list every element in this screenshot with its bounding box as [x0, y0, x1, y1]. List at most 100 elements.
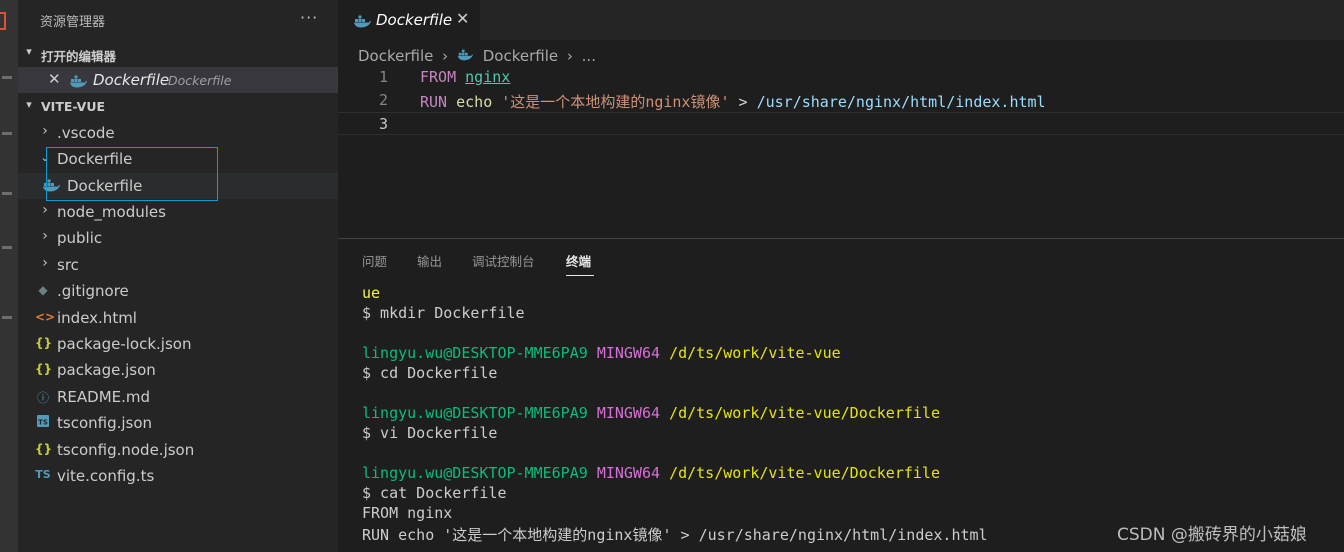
prompt-user: lingyu.wu@DESKTOP-MME6PA9 [362, 464, 588, 482]
chevron-right-icon: › [42, 123, 48, 139]
tab-label: Dockerfile [376, 11, 453, 29]
search-activity-icon[interactable] [2, 76, 12, 79]
tree-item-label: .vscode [57, 124, 115, 142]
tree-file-vite-config[interactable]: TS vite.config.ts [18, 463, 338, 489]
svg-text:TS: TS [38, 419, 48, 427]
code-editor[interactable]: 1 FROM nginx 2 RUN echo '这是一个本地构建的nginx镜… [338, 66, 1344, 135]
explorer-activity-icon[interactable] [0, 12, 6, 30]
breadcrumb-separator: › [566, 46, 573, 65]
code-text: RUN echo '这是一个本地构建的nginx镜像' > /usr/share… [420, 91, 1046, 112]
docker-icon [69, 73, 87, 92]
terminal-line: $ cat Dockerfile [362, 484, 507, 502]
tree-item-label: README.md [57, 388, 151, 406]
scm-activity-icon[interactable] [2, 132, 12, 135]
editor-tabbar: Dockerfile ✕ [338, 0, 1344, 40]
extensions-activity-icon[interactable] [2, 246, 12, 249]
tree-folder-src[interactable]: › src [18, 252, 338, 278]
path-token: /usr/share/nginx/html/index.html [756, 93, 1046, 111]
terminal-line: $ mkdir Dockerfile [362, 304, 525, 322]
tree-item-label: tsconfig.json [57, 414, 153, 432]
prompt-user: lingyu.wu@DESKTOP-MME6PA9 [362, 344, 588, 362]
tree-item-label: index.html [57, 309, 137, 327]
explorer-sidebar: 资源管理器 ··· ▾ 打开的编辑器 ✕ Dockerfile Dockerfi… [18, 0, 338, 552]
breadcrumb: Dockerfile › Dockerfile › ... [358, 46, 596, 65]
line-number: 3 [378, 115, 388, 133]
open-editor-description: Dockerfile [168, 73, 232, 88]
close-icon[interactable]: ✕ [48, 70, 61, 88]
tree-file-tsconfig[interactable]: TS tsconfig.json [18, 410, 338, 436]
tree-item-label: node_modules [57, 203, 166, 221]
docker-icon [353, 13, 371, 32]
breadcrumb-folder[interactable]: Dockerfile [358, 47, 433, 65]
tree-file-index-html[interactable]: <> index.html [18, 305, 338, 331]
code-line: 1 FROM nginx [338, 66, 1344, 89]
tree-item-label: vite.config.ts [57, 467, 155, 485]
open-editors-section[interactable]: ▾ 打开的编辑器 [18, 41, 338, 67]
code-line: 2 RUN echo '这是一个本地构建的nginx镜像' > /usr/sha… [338, 89, 1344, 112]
chevron-right-icon: › [42, 228, 48, 244]
chevron-down-icon: ▾ [26, 98, 32, 111]
tree-item-label: .gitignore [57, 282, 129, 300]
remote-activity-icon[interactable] [2, 316, 12, 319]
tree-file-package-lock[interactable]: {} package-lock.json [18, 331, 338, 357]
tsconfig-icon: TS [35, 415, 51, 430]
activity-bar [0, 0, 18, 552]
tree-file-gitignore[interactable]: ◆ .gitignore [18, 278, 338, 304]
terminal-output[interactable]: ue $ mkdir Dockerfile lingyu.wu@DESKTOP-… [362, 284, 1332, 544]
tab-debug-console[interactable]: 调试控制台 [472, 251, 535, 270]
json-icon: {} [35, 336, 53, 350]
terminal-line: $ cd Dockerfile [362, 364, 498, 382]
prompt-path: /d/ts/work/vite-vue/Dockerfile [669, 464, 940, 482]
tab-problems[interactable]: 问题 [362, 251, 387, 270]
tree-folder-vscode[interactable]: › .vscode [18, 120, 338, 146]
tab-dockerfile[interactable]: Dockerfile ✕ [338, 0, 480, 40]
explorer-header: 资源管理器 ··· [18, 0, 338, 40]
keyword-token: RUN [420, 93, 448, 111]
prompt-user: lingyu.wu@DESKTOP-MME6PA9 [362, 404, 588, 422]
json-icon: {} [35, 362, 53, 376]
breadcrumb-separator: › [442, 46, 449, 65]
terminal-line: $ vi Dockerfile [362, 424, 498, 442]
prompt-shell: MINGW64 [596, 344, 661, 362]
prompt-shell: MINGW64 [596, 464, 661, 482]
terminal-prompt: lingyu.wu@DESKTOP-MME6PA9 MINGW64 /d/ts/… [362, 344, 1332, 364]
open-editor-item[interactable]: ✕ Dockerfile Dockerfile [18, 67, 338, 93]
project-label: VITE-VUE [41, 99, 106, 114]
more-actions-button[interactable]: ··· [300, 8, 318, 27]
breadcrumb-symbols[interactable]: ... [582, 47, 596, 65]
tree-folder-public[interactable]: › public [18, 225, 338, 251]
tab-output[interactable]: 输出 [417, 251, 442, 270]
prompt-path: /d/ts/work/vite-vue [669, 344, 841, 362]
terminal-prompt: lingyu.wu@DESKTOP-MME6PA9 MINGW64 /d/ts/… [362, 464, 1332, 484]
ts-icon: TS [35, 468, 51, 481]
tree-file-readme[interactable]: ⓘ README.md [18, 384, 338, 410]
editor-area: Dockerfile ✕ Dockerfile › Dockerfile › .… [338, 0, 1344, 238]
tree-file-package-json[interactable]: {} package.json [18, 357, 338, 383]
breadcrumb-file[interactable]: Dockerfile [483, 47, 558, 65]
open-editors-label: 打开的编辑器 [41, 49, 117, 64]
tab-close-button[interactable]: ✕ [456, 9, 469, 28]
tab-terminal[interactable]: 终端 [566, 251, 591, 270]
tree-item-label: package.json [57, 361, 156, 379]
debug-activity-icon[interactable] [2, 192, 12, 195]
tree-item-label: package-lock.json [57, 335, 192, 353]
tree-file-tsconfig-node[interactable]: {} tsconfig.node.json [18, 437, 338, 463]
selection-focus-outline [46, 147, 218, 201]
project-section[interactable]: ▾ VITE-VUE [18, 94, 338, 120]
tree-item-label: src [57, 256, 79, 274]
tree-folder-node-modules[interactable]: › node_modules [18, 199, 338, 225]
prompt-path: /d/ts/work/vite-vue/Dockerfile [669, 404, 940, 422]
command-token: echo [456, 93, 493, 111]
chevron-down-icon: ▾ [26, 45, 32, 58]
html-icon: <> [35, 310, 56, 324]
chevron-right-icon: › [42, 202, 48, 218]
tree-item-label: public [57, 229, 103, 247]
terminal-prompt: lingyu.wu@DESKTOP-MME6PA9 MINGW64 /d/ts/… [362, 404, 1332, 424]
line-number: 1 [378, 68, 388, 86]
info-icon: ⓘ [36, 391, 49, 405]
watermark-text: CSDN @搬砖界的小菇娘 [1117, 525, 1307, 545]
terminal-line: ue [362, 284, 381, 302]
